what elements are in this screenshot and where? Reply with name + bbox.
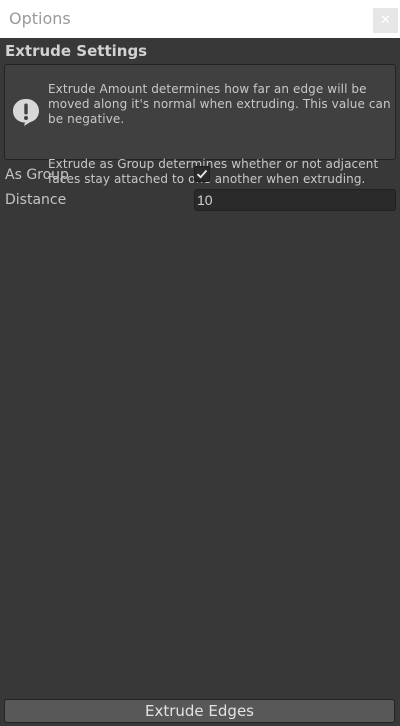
as-group-row: As Group — [0, 164, 400, 186]
close-icon: ✕ — [380, 13, 391, 28]
distance-field[interactable]: 10 — [194, 189, 396, 211]
options-panel: Extrude Settings Extrude Amount determin… — [0, 38, 400, 726]
options-window: Options ✕ Extrude Settings Extrude Amoun… — [0, 0, 400, 726]
section-header: Extrude Settings — [5, 42, 148, 60]
help-paragraph-extrude-amount: Extrude Amount determines how far an edg… — [48, 82, 391, 126]
as-group-label: As Group — [5, 167, 69, 183]
exclamation-icon — [13, 99, 39, 126]
window-title: Options — [9, 9, 71, 28]
help-box: Extrude Amount determines how far an edg… — [4, 64, 396, 186]
close-button[interactable]: ✕ — [373, 8, 398, 33]
title-bar[interactable]: Options ✕ — [0, 0, 400, 38]
extrude-edges-button[interactable]: Extrude Edges — [4, 699, 395, 723]
checkmark-icon — [196, 169, 208, 179]
distance-row: Distance 10 — [0, 189, 400, 211]
as-group-checkbox[interactable] — [194, 166, 210, 182]
distance-label: Distance — [5, 192, 67, 208]
